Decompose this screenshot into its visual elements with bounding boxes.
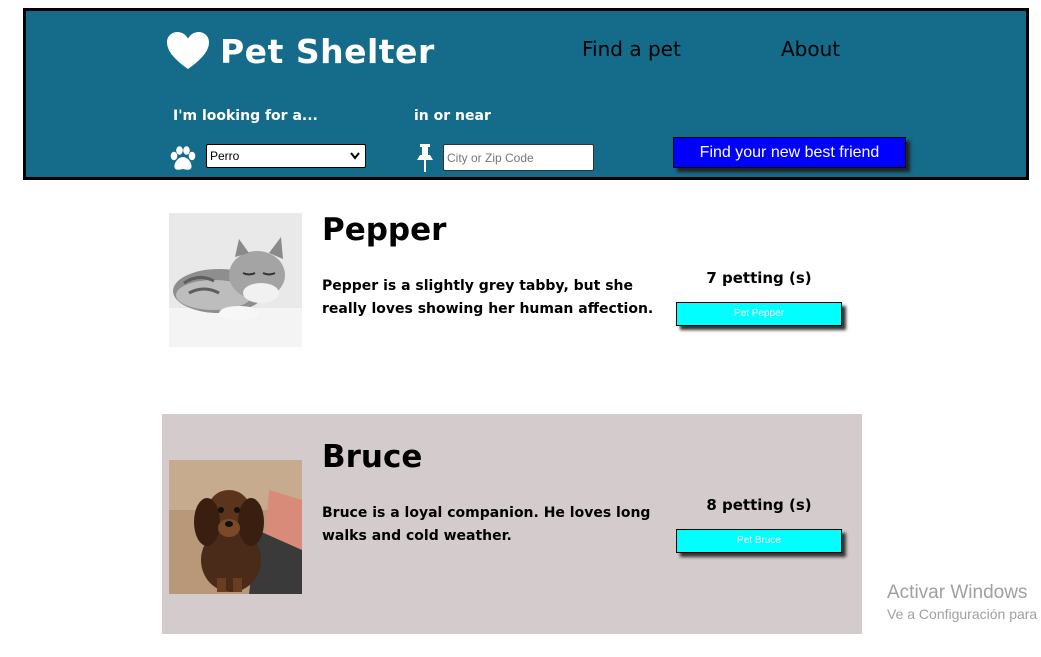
pet-description: Bruce is a loyal companion. He loves lon… xyxy=(322,505,651,544)
species-select-value: Perro xyxy=(210,149,240,163)
find-best-friend-button[interactable]: Find your new best friend xyxy=(673,137,906,168)
pet-card-pepper: Pepper Pepper is a slightly grey tabby, … xyxy=(162,194,862,414)
watermark-title: Activar Windows xyxy=(887,582,1028,603)
pet-bruce-button[interactable]: Pet Bruce xyxy=(676,529,842,553)
brand[interactable]: Pet Shelter xyxy=(166,31,435,71)
pet-pepper-button[interactable]: Pet Pepper xyxy=(676,302,842,326)
nav-find-a-pet[interactable]: Find a pet xyxy=(582,37,681,61)
chevron-down-icon xyxy=(350,152,360,160)
pet-description: Pepper is a slightly grey tabby, but she… xyxy=(322,278,654,317)
location-label: in or near xyxy=(414,108,491,124)
pet-card-bruce: Bruce Bruce is a loyal companion. He lov… xyxy=(162,414,862,634)
nav-about[interactable]: About xyxy=(781,37,840,61)
species-label: I'm looking for a... xyxy=(173,108,318,124)
pet-photo-bruce xyxy=(169,460,302,594)
pushpin-icon xyxy=(417,144,433,172)
location-input[interactable] xyxy=(443,144,594,171)
watermark-subtitle: Ve a Configuración para xyxy=(887,606,1038,622)
site-header: Pet Shelter Find a pet About I'm looking… xyxy=(23,8,1029,180)
petting-count: 7 petting (s) xyxy=(706,269,812,287)
pet-photo-pepper xyxy=(169,213,302,347)
petting-count: 8 petting (s) xyxy=(706,496,812,514)
pet-name: Pepper xyxy=(322,212,447,248)
pet-name: Bruce xyxy=(322,439,423,475)
paw-icon xyxy=(170,146,196,170)
heart-icon xyxy=(167,32,209,69)
species-select[interactable]: Perro xyxy=(206,144,366,168)
brand-title: Pet Shelter xyxy=(220,31,435,71)
windows-activation-watermark: Activar Windows Ve a Configuración para xyxy=(887,582,1037,622)
